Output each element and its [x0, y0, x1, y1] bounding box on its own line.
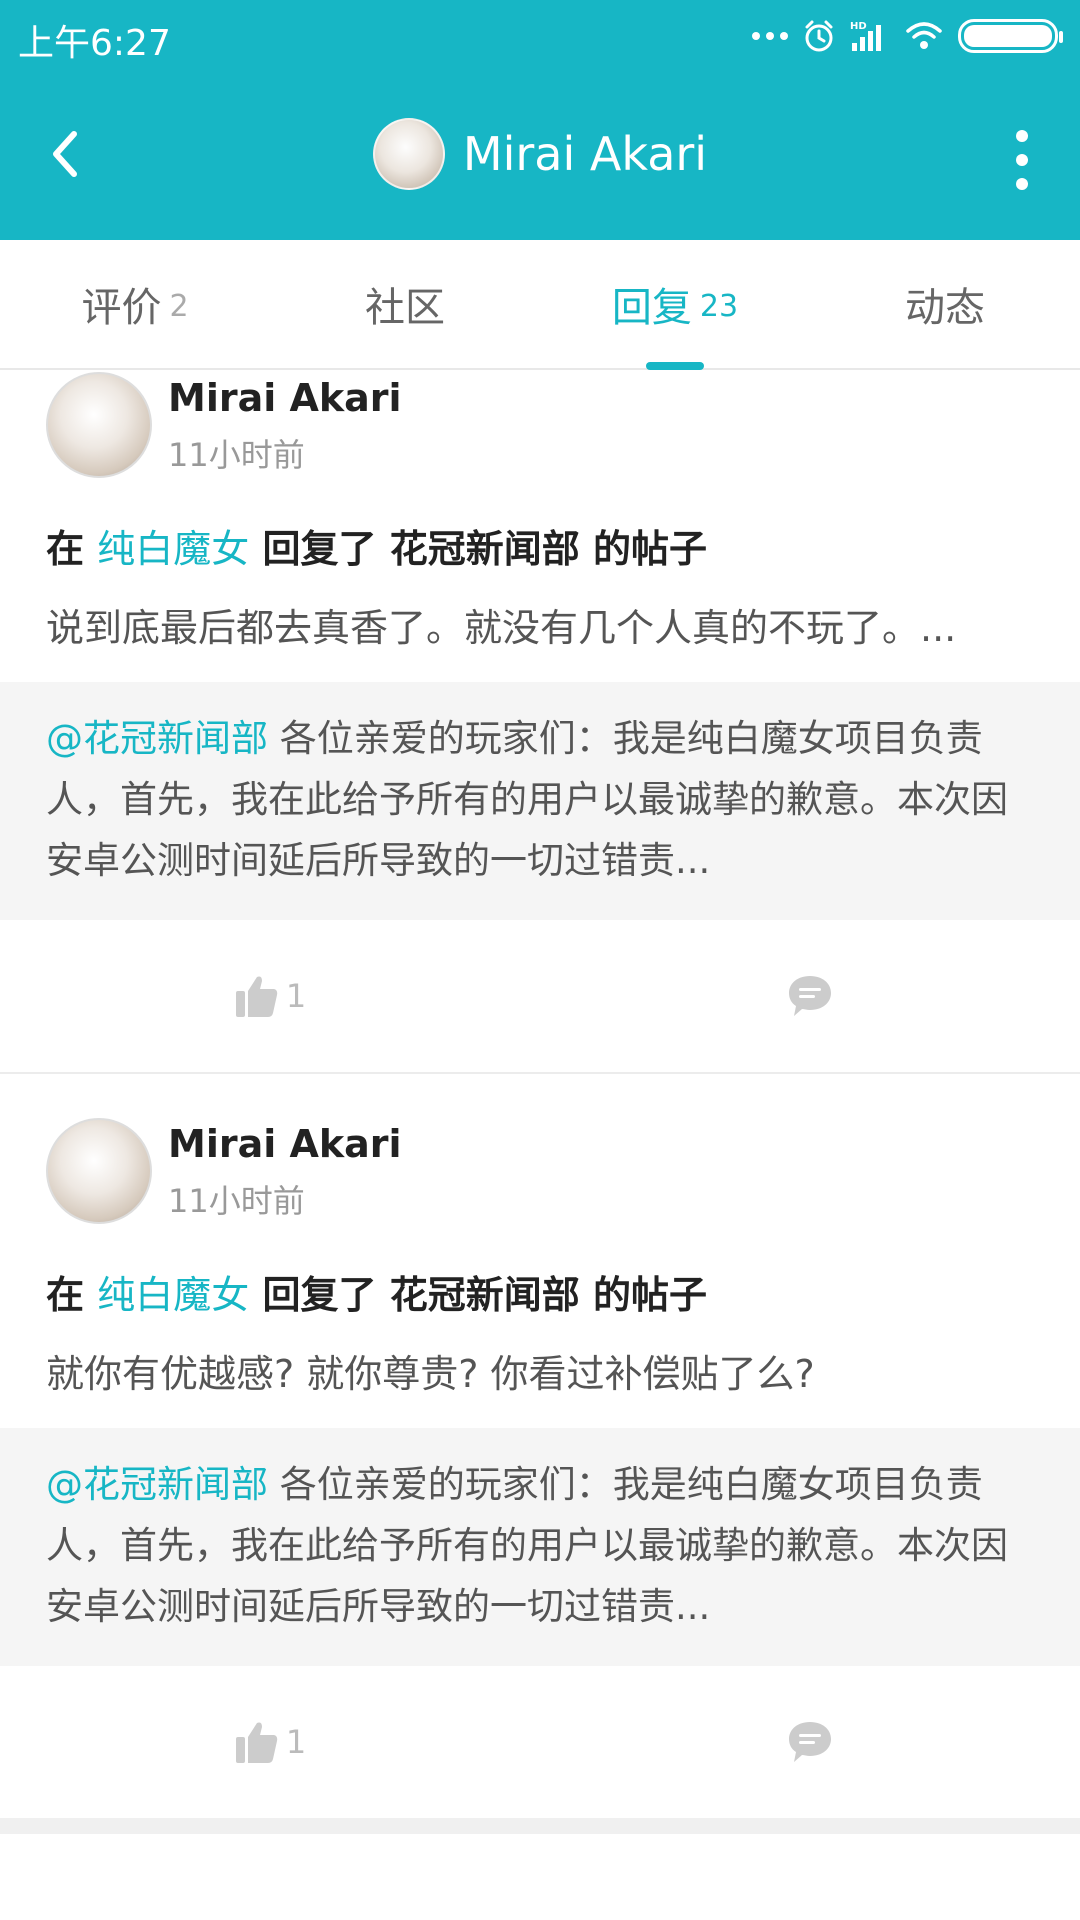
status-icons: HD: [752, 16, 1063, 56]
post-time: 11小时前: [168, 436, 305, 474]
svg-text:HD: HD: [850, 21, 867, 32]
reply-headline: 在 纯白魔女 回复了 花冠新闻部 的帖子: [0, 482, 1080, 573]
reply-content[interactable]: 就你有优越感? 就你尊贵? 你看过补偿贴了么?: [0, 1319, 1080, 1398]
mention-link[interactable]: @花冠新闻部: [46, 717, 268, 760]
like-button[interactable]: 1: [0, 920, 540, 1072]
tab-community[interactable]: 社区: [270, 240, 540, 368]
avatar: [372, 118, 445, 190]
tab-replies[interactable]: 回复 23: [540, 240, 810, 370]
tab-label: 回复: [611, 285, 692, 331]
quoted-post[interactable]: @花冠新闻部 各位亲爱的玩家们：我是纯白魔女项目负责人，首先，我在此给予所有的用…: [0, 682, 1080, 920]
game-link[interactable]: 纯白魔女: [97, 527, 249, 571]
avatar[interactable]: [46, 1118, 152, 1224]
like-count: 1: [285, 1723, 307, 1761]
tab-label: 评价: [81, 285, 162, 331]
headline-suffix: 的帖子: [593, 1273, 708, 1317]
author-name[interactable]: Mirai Akari: [168, 376, 402, 420]
like-count: 1: [285, 977, 307, 1015]
headline-prefix: 在: [46, 527, 85, 571]
hd-signal-icon: HD: [850, 21, 881, 51]
post-author: Mirai Akari 11小时前: [0, 372, 1080, 482]
reply-card[interactable]: Mirai Akari 11小时前 在 纯白魔女 回复了 花冠新闻部 的帖子 说…: [0, 372, 1080, 1072]
game-link[interactable]: 纯白魔女: [97, 1273, 249, 1317]
tab-bar: 评价 2 社区 回复 23 动态: [0, 240, 1080, 370]
thumbs-up-icon: [235, 976, 278, 1017]
post-time: 11小时前: [168, 1182, 305, 1220]
comment-button[interactable]: [540, 1666, 1080, 1818]
avatar[interactable]: [46, 372, 152, 478]
more-dots-icon: [752, 32, 788, 40]
headline-middle: 回复了: [262, 527, 377, 571]
profile-header[interactable]: Mirai Akari: [0, 118, 1080, 190]
active-tab-indicator: [646, 362, 704, 370]
headline-suffix: 的帖子: [593, 527, 708, 571]
author-name[interactable]: Mirai Akari: [168, 1122, 402, 1166]
target-user-link[interactable]: 花冠新闻部: [390, 527, 580, 571]
thumbs-up-icon: [235, 1722, 278, 1763]
reply-card[interactable]: Mirai Akari 11小时前 在 纯白魔女 回复了 花冠新闻部 的帖子 就…: [0, 1118, 1080, 1818]
reply-content[interactable]: 说到底最后都去真香了。就没有几个人真的不玩了。...: [0, 573, 1080, 652]
page-title: Mirai Akari: [462, 127, 708, 181]
quoted-post[interactable]: @花冠新闻部 各位亲爱的玩家们：我是纯白魔女项目负责人，首先，我在此给予所有的用…: [0, 1428, 1080, 1666]
headline-middle: 回复了: [262, 1273, 377, 1317]
target-user-link[interactable]: 花冠新闻部: [390, 1273, 580, 1317]
reply-feed: Mirai Akari 11小时前 在 纯白魔女 回复了 花冠新闻部 的帖子 说…: [0, 372, 1080, 1834]
comment-icon: [789, 1722, 831, 1762]
app-header: 上午6:27 HD Mirai Akari: [0, 0, 1080, 240]
status-bar: 上午6:27 HD: [0, 0, 1080, 74]
wifi-icon: [906, 22, 942, 49]
tab-count: 2: [169, 288, 189, 324]
more-vertical-icon[interactable]: [1002, 130, 1042, 190]
comment-icon: [789, 976, 831, 1016]
tab-count: 23: [699, 288, 739, 324]
post-actions: 1: [0, 1666, 1080, 1818]
alarm-icon: [805, 20, 833, 52]
status-time: 上午6:27: [18, 23, 171, 64]
tab-reviews[interactable]: 评价 2: [0, 240, 270, 368]
post-actions: 1: [0, 920, 1080, 1072]
comment-button[interactable]: [540, 920, 1080, 1072]
reply-headline: 在 纯白魔女 回复了 花冠新闻部 的帖子: [0, 1228, 1080, 1319]
tab-label: 动态: [905, 285, 985, 331]
mention-link[interactable]: @花冠新闻部: [46, 1463, 268, 1506]
like-button[interactable]: 1: [0, 1666, 540, 1818]
nav-bar: Mirai Akari: [0, 96, 1080, 216]
tab-label: 社区: [365, 285, 445, 331]
headline-prefix: 在: [46, 1273, 85, 1317]
section-separator: [0, 1818, 1080, 1834]
post-author: Mirai Akari 11小时前: [0, 1118, 1080, 1228]
battery-icon: [958, 19, 1063, 53]
tab-activity[interactable]: 动态: [810, 240, 1080, 368]
